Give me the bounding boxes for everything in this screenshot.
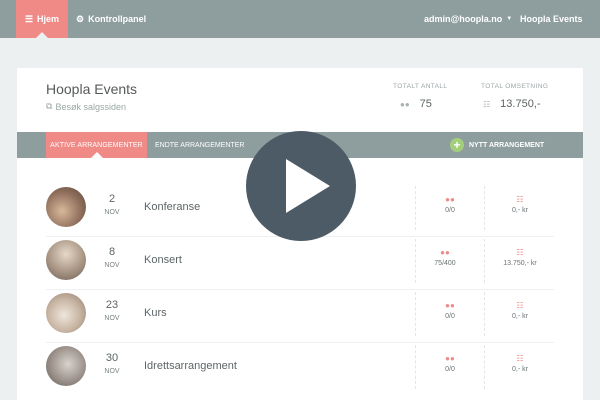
event-tickets: ●● 0/0 [420, 195, 480, 214]
event-image [46, 240, 86, 280]
row-divider [484, 345, 485, 389]
users-icon: ●● [440, 248, 450, 257]
gear-icon: ⚙ [76, 13, 85, 24]
event-image [46, 346, 86, 386]
row-divider [484, 239, 485, 283]
event-day: 23 [105, 299, 119, 311]
event-image [46, 187, 86, 227]
users-icon: ●● [445, 195, 455, 204]
event-revenue: ☷ 0,- kr [490, 195, 550, 214]
row-divider [415, 186, 416, 230]
event-tickets-value: 0/0 [445, 207, 455, 214]
event-revenue: ☷ 13.750,- kr [490, 248, 550, 267]
event-row[interactable]: 30 NOV Idrettsarrangement ●● 0/0 ☷ 0,- kr [46, 341, 554, 393]
row-divider [484, 292, 485, 336]
event-day: 30 [105, 352, 119, 364]
event-month: NOV [104, 315, 120, 322]
database-icon: ☷ [516, 301, 524, 310]
event-day: 2 [108, 193, 116, 205]
play-icon [286, 159, 330, 213]
event-month: NOV [104, 368, 120, 375]
users-icon: ●● [445, 301, 455, 310]
event-tickets-value: 0/0 [445, 313, 455, 320]
total-count-value: 75 [419, 98, 432, 110]
nav-control-panel-label: Kontrollpanel [88, 14, 147, 24]
visit-sales-page-label: Besøk salgssiden [55, 101, 126, 112]
event-tickets: ●● 0/0 [420, 354, 480, 373]
new-event-label: NYTT ARRANGEMENT [469, 141, 545, 149]
row-divider [415, 292, 416, 336]
users-icon: ●● [400, 99, 410, 109]
event-revenue: ☷ 0,- kr [490, 354, 550, 373]
event-name: Idrettsarrangement [144, 360, 237, 372]
visit-sales-page-link[interactable]: ⧉ Besøk salgssiden [46, 101, 126, 112]
brand-link[interactable]: Hoopla Events [520, 0, 583, 38]
event-tickets-value: 75/400 [434, 260, 456, 267]
tab-ended-events[interactable]: ENDTE ARRANGEMENTER [155, 132, 244, 158]
event-revenue-value: 0,- kr [512, 313, 528, 320]
user-menu-label: admin@hoopla.no [424, 14, 503, 24]
event-row[interactable]: 23 NOV Kurs ●● 0/0 ☷ 0,- kr [46, 288, 554, 340]
total-count-stat: ●● 75 [400, 98, 432, 110]
event-name: Konsert [144, 254, 182, 266]
play-button[interactable] [246, 131, 356, 241]
event-month: NOV [104, 262, 120, 269]
total-revenue-stat: ☷ 13.750,- [483, 98, 541, 110]
event-name: Konferanse [144, 201, 201, 213]
event-revenue-value: 0,- kr [512, 207, 528, 214]
event-name: Kurs [144, 307, 167, 319]
row-divider [415, 345, 416, 389]
tab-active-indicator [91, 152, 103, 158]
plus-icon: + [450, 138, 464, 152]
event-tickets: ●● 75/400 [415, 248, 475, 267]
total-revenue-value: 13.750,- [500, 98, 541, 110]
event-row[interactable]: 8 NOV Konsert ●● 75/400 ☷ 13.750,- kr [46, 235, 554, 287]
menu-icon: ☰ [24, 13, 34, 24]
database-icon: ☷ [516, 195, 524, 204]
database-icon: ☷ [483, 99, 491, 109]
event-revenue-value: 0,- kr [512, 366, 528, 373]
new-event-button[interactable]: + NYTT ARRANGEMENT [450, 137, 544, 153]
external-link-icon: ⧉ [46, 101, 53, 111]
nav-home-label: Hjem [37, 14, 60, 24]
page-title: Hoopla Events [46, 81, 138, 97]
event-revenue: ☷ 0,- kr [490, 301, 550, 320]
nav-active-indicator [36, 32, 48, 38]
event-tickets: ●● 0/0 [420, 301, 480, 320]
event-day: 8 [108, 246, 116, 258]
user-menu-dropdown[interactable]: admin@hoopla.no ▼ [424, 0, 512, 38]
event-revenue-value: 13.750,- kr [503, 260, 537, 267]
row-divider [484, 186, 485, 230]
database-icon: ☷ [516, 354, 524, 363]
nav-control-panel-button[interactable]: ⚙ Kontrollpanel [76, 0, 146, 38]
database-icon: ☷ [516, 248, 524, 257]
event-image [46, 293, 86, 333]
event-month: NOV [104, 209, 120, 216]
event-tickets-value: 0/0 [445, 366, 455, 373]
users-icon: ●● [445, 354, 455, 363]
chevron-down-icon: ▼ [506, 16, 513, 22]
total-count-label: TOTALT ANTALL [393, 83, 448, 90]
total-revenue-label: TOTAL OMSETNING [481, 83, 549, 90]
